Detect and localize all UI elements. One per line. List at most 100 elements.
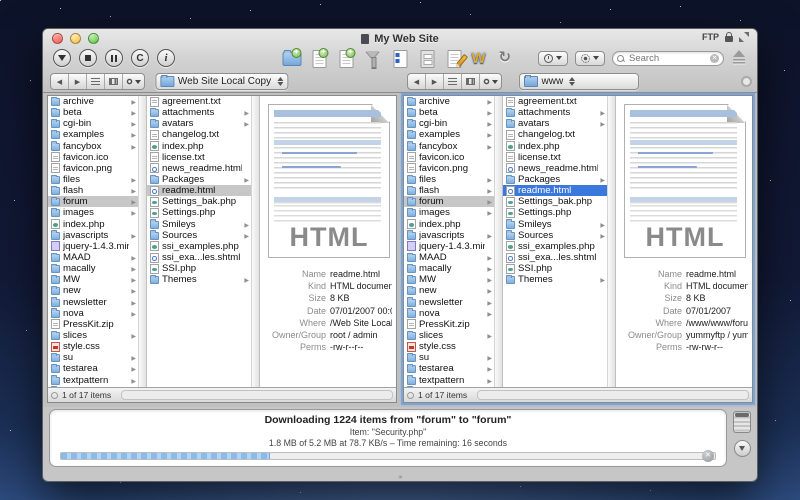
list-view-button[interactable] [444, 74, 462, 89]
file-row[interactable]: index.php [503, 141, 607, 152]
file-row[interactable]: style.css [404, 341, 494, 352]
left-location-popup[interactable]: Web Site Local Copy [155, 73, 288, 90]
file-row[interactable]: testarea [404, 363, 494, 374]
file-row[interactable]: Themes [503, 274, 607, 285]
file-row[interactable]: Smileys [503, 219, 607, 230]
action-menu-button[interactable] [480, 74, 501, 89]
file-row[interactable]: favicon.ico [404, 152, 494, 163]
file-row[interactable]: slices [404, 330, 494, 341]
history-dropdown[interactable] [538, 51, 568, 66]
file-row[interactable]: javascripts [404, 230, 494, 241]
file-row[interactable]: ssi_examples.php [503, 241, 607, 252]
file-row[interactable]: slices [48, 330, 138, 341]
file-row[interactable]: MW [48, 274, 138, 285]
fullscreen-icon[interactable] [739, 32, 749, 42]
file-row[interactable]: ssi_examples.php [147, 241, 251, 252]
file-row[interactable]: testarea [48, 363, 138, 374]
file-row[interactable]: newsletter [404, 297, 494, 308]
file-row[interactable]: Sources [147, 230, 251, 241]
file-row[interactable]: license.txt [147, 152, 251, 163]
file-row[interactable]: index.php [404, 219, 494, 230]
close-button[interactable] [52, 33, 63, 44]
file-row[interactable]: forum [404, 196, 494, 207]
column-view-button[interactable] [462, 74, 480, 89]
file-row[interactable]: PressKit.zip [404, 319, 494, 330]
file-row[interactable]: Settings_bak.php [503, 196, 607, 207]
file-row[interactable]: su [48, 352, 138, 363]
scrollbar[interactable] [251, 96, 260, 387]
file-row[interactable]: jquery-1.4.3.min.js [48, 241, 138, 252]
duplicate-file-button[interactable]: + [337, 49, 356, 68]
file-row[interactable]: su [404, 352, 494, 363]
file-row[interactable]: Settings.php [503, 207, 607, 218]
file-row[interactable]: beta [48, 107, 138, 118]
tasks-button[interactable] [391, 49, 410, 68]
clear-search-icon[interactable]: ✕ [710, 54, 719, 63]
settings-dropdown[interactable] [575, 51, 605, 66]
pause-button[interactable] [105, 49, 123, 67]
titlebar[interactable]: My Web Site FTP [43, 29, 757, 48]
spool-icon[interactable] [733, 411, 751, 433]
queue-eject-icon[interactable] [731, 50, 747, 66]
back-button[interactable]: ◀ [51, 74, 69, 89]
file-row[interactable]: jquery-1.4.3.min.js [404, 241, 494, 252]
file-row[interactable]: Themes [147, 274, 251, 285]
file-row[interactable]: javascripts [48, 230, 138, 241]
file-row[interactable]: index.php [48, 219, 138, 230]
file-row[interactable]: news_readme.html [503, 163, 607, 174]
info-button[interactable]: i [157, 49, 175, 67]
download-button[interactable] [53, 49, 71, 67]
file-row[interactable]: readme.html [147, 185, 251, 196]
file-row[interactable]: ssi_exa...les.shtml [147, 252, 251, 263]
file-row[interactable]: examples [48, 129, 138, 140]
file-row[interactable]: index.php [147, 141, 251, 152]
file-row[interactable]: MW [404, 274, 494, 285]
file-row[interactable]: textpattern [48, 375, 138, 386]
file-row[interactable]: SSI.php [503, 263, 607, 274]
file-row[interactable]: changelog.txt [503, 129, 607, 140]
file-row[interactable]: Smileys [147, 219, 251, 230]
file-row[interactable]: nova [48, 308, 138, 319]
file-row[interactable]: new [48, 285, 138, 296]
file-row[interactable]: macally [404, 263, 494, 274]
stop-button[interactable] [79, 49, 97, 67]
file-row[interactable]: archive [48, 96, 138, 107]
horizontal-scrollbar[interactable] [121, 390, 393, 400]
file-row[interactable]: favicon.ico [48, 152, 138, 163]
forward-button[interactable]: ▶ [69, 74, 87, 89]
file-row[interactable]: macally [48, 263, 138, 274]
file-row[interactable]: examples [404, 129, 494, 140]
file-row[interactable]: images [404, 207, 494, 218]
collapse-transfer-button[interactable] [734, 440, 751, 457]
file-row[interactable]: files [48, 174, 138, 185]
horizontal-scrollbar[interactable] [477, 390, 749, 400]
back-button[interactable]: ◀ [408, 74, 426, 89]
search-input[interactable] [627, 52, 707, 65]
action-menu-button[interactable] [123, 74, 144, 89]
file-row[interactable]: fancybox [48, 141, 138, 152]
filter-button[interactable] [364, 49, 383, 68]
file-row[interactable]: flash [48, 185, 138, 196]
cancel-transfer-button[interactable]: ✕ [702, 450, 714, 462]
window-grip[interactable] [43, 473, 757, 481]
file-row[interactable]: Packages [503, 174, 607, 185]
file-row[interactable]: forum [48, 196, 138, 207]
new-folder-button[interactable]: + [283, 49, 302, 68]
file-row[interactable]: changelog.txt [147, 129, 251, 140]
permissions-button[interactable] [418, 49, 437, 68]
zoom-button[interactable] [88, 33, 99, 44]
file-row[interactable]: images [48, 207, 138, 218]
scrollbar[interactable] [607, 96, 616, 387]
file-row[interactable]: agreement.txt [503, 96, 607, 107]
forward-button[interactable]: ▶ [426, 74, 444, 89]
file-row[interactable]: Sources [503, 230, 607, 241]
file-row[interactable]: fancybox [404, 141, 494, 152]
file-row[interactable]: MAAD [404, 252, 494, 263]
scrollbar[interactable] [494, 96, 503, 387]
scrollbar[interactable] [138, 96, 147, 387]
file-row[interactable]: Packages [147, 174, 251, 185]
file-row[interactable]: style.css [48, 341, 138, 352]
file-row[interactable]: license.txt [503, 152, 607, 163]
file-row[interactable]: news_readme.html [147, 163, 251, 174]
file-row[interactable]: avatars [147, 118, 251, 129]
